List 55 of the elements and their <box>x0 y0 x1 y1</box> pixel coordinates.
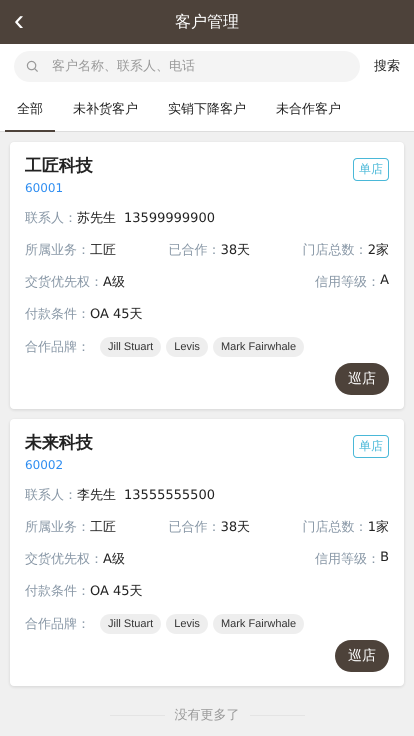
customer-name: 未来科技 <box>25 432 93 454</box>
contact-phone: 13555555500 <box>124 488 215 502</box>
customer-code: 60001 <box>25 181 64 195</box>
field-value: 2家 <box>368 242 389 259</box>
store-type-tag: 单店 <box>353 435 389 458</box>
back-button[interactable]: ‹ <box>8 6 30 36</box>
field-value: 工匠 <box>90 242 116 259</box>
brand-tag: Jill Stuart <box>100 614 162 634</box>
field-label: 信用等级： <box>315 275 380 291</box>
field-label: 所属业务： <box>25 242 90 259</box>
filter-tab[interactable]: 全部 <box>5 88 55 132</box>
field-value: 工匠 <box>90 519 116 536</box>
field-value: A级 <box>103 274 125 291</box>
filter-tab[interactable]: 未合作客户 <box>264 88 353 132</box>
brand-tag: Levis <box>166 337 208 357</box>
filter-tab[interactable]: 实销下降客户 <box>156 88 258 132</box>
field-label: 信用等级： <box>315 551 380 568</box>
search-button[interactable]: 搜索 <box>374 57 400 75</box>
field-value: 38天 <box>220 519 250 536</box>
field-value: B <box>380 550 389 567</box>
patrol-button[interactable]: 巡店 <box>335 363 389 395</box>
customer-name: 工匠科技 <box>25 155 93 177</box>
brand-tag: Mark Fairwhale <box>212 337 304 357</box>
field-value: A <box>380 273 389 290</box>
field-value: 1家 <box>368 519 389 536</box>
search-field[interactable]: 客户名称、联系人、电话 <box>14 50 360 82</box>
field-label: 交货优先权： <box>25 274 103 291</box>
field-label: 联系人： <box>25 210 77 227</box>
store-type-tag: 单店 <box>353 158 389 181</box>
contact-phone: 13599999900 <box>124 210 215 226</box>
brand-tag: Mark Fairwhale <box>212 614 304 634</box>
field-label: 门店总数： <box>302 519 368 536</box>
field-value: OA 45天 <box>90 306 143 323</box>
patrol-button[interactable]: 巡店 <box>335 640 389 672</box>
field-label: 合作品牌： <box>25 616 90 633</box>
field-value: A级 <box>103 551 125 568</box>
field-label: 联系人： <box>25 487 77 504</box>
field-value: OA 45天 <box>90 583 143 600</box>
customer-code: 60002 <box>25 458 64 472</box>
contact-name: 李先生 <box>77 487 116 504</box>
field-label: 已合作： <box>168 242 221 259</box>
brand-tag: Levis <box>166 614 208 634</box>
field-label: 付款条件： <box>25 583 90 600</box>
end-of-list-text: 没有更多了 <box>174 707 240 724</box>
brand-tag: Jill Stuart <box>100 337 162 357</box>
field-label: 门店总数： <box>302 242 368 259</box>
field-label: 付款条件： <box>25 306 90 323</box>
field-label: 交货优先权： <box>25 551 103 568</box>
contact-name: 苏先生 <box>77 210 116 227</box>
field-label: 已合作： <box>168 519 221 536</box>
field-label: 合作品牌： <box>25 339 90 356</box>
filter-tab[interactable]: 未补货客户 <box>61 88 150 132</box>
field-value: 38天 <box>220 242 250 259</box>
page-title: 客户管理 <box>175 12 239 32</box>
field-label: 所属业务： <box>25 519 90 536</box>
